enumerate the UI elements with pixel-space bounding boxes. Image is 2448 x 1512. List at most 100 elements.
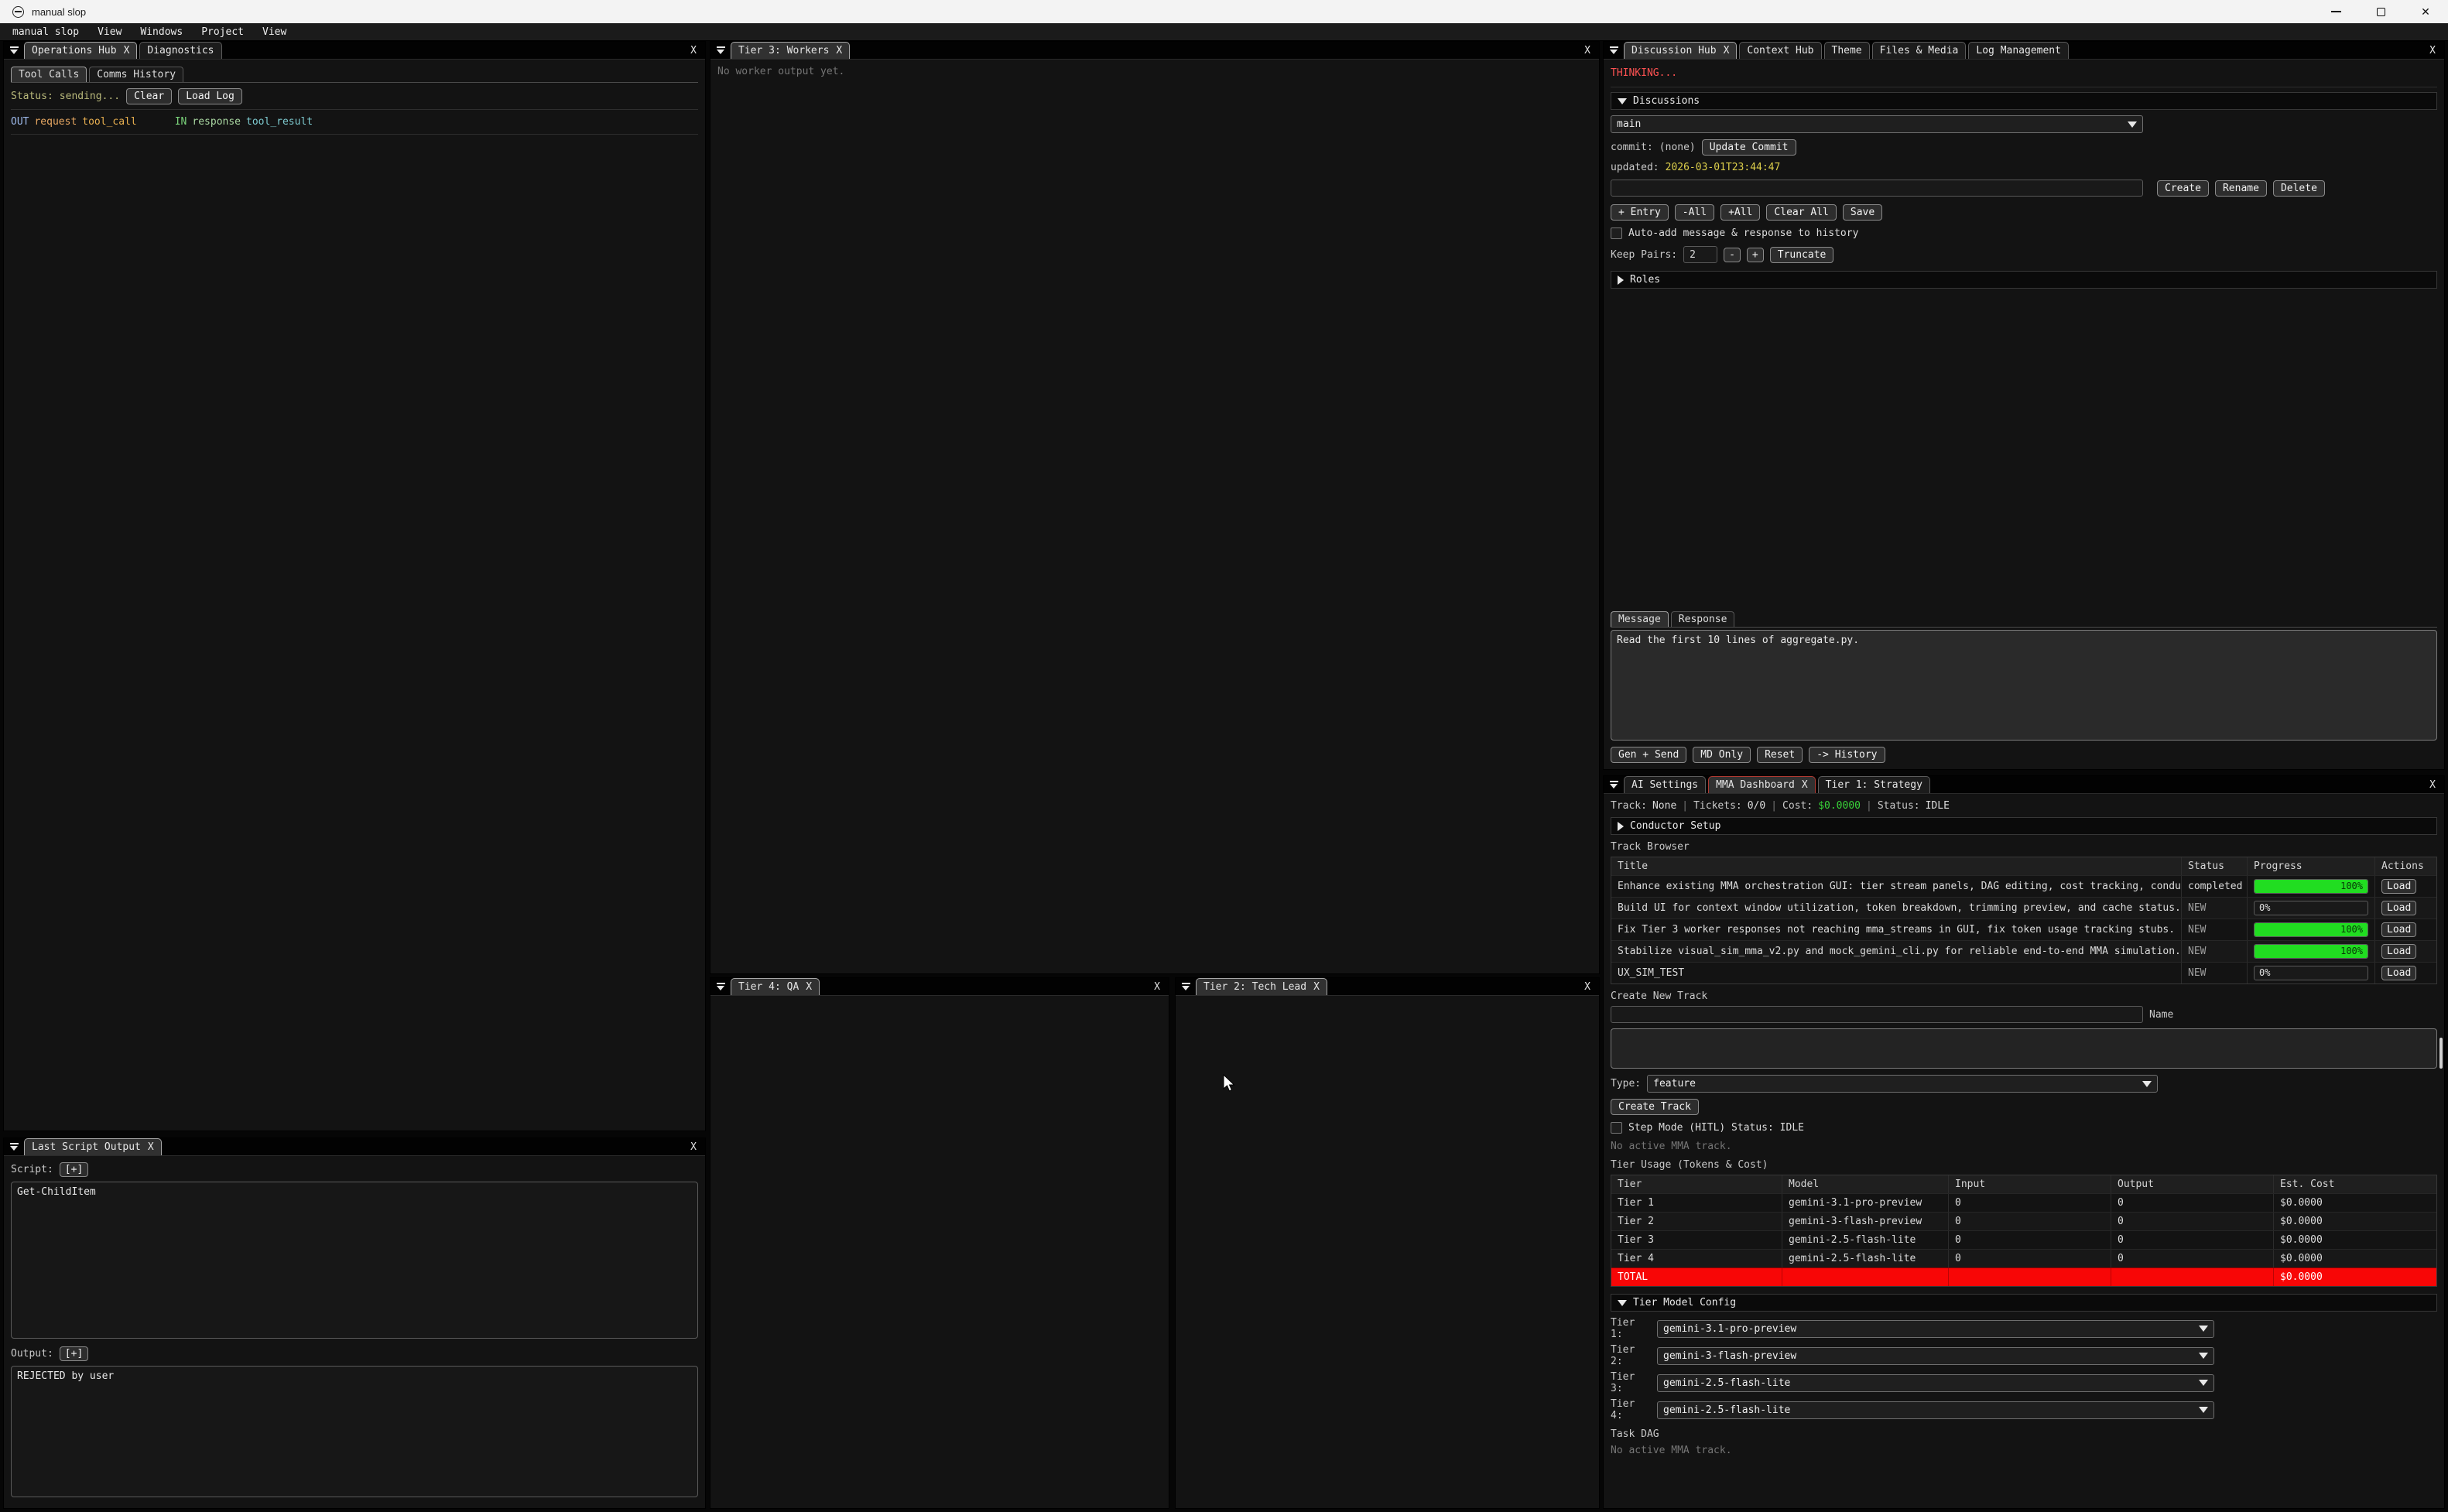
menu-manual-slop[interactable]: manual slop <box>5 25 87 39</box>
script-textarea[interactable]: Get-ChildItem <box>11 1182 698 1339</box>
keep-pairs-input[interactable]: 2 <box>1683 246 1717 263</box>
tier3-model-select[interactable]: gemini-2.5-flash-lite <box>1657 1374 2214 1392</box>
md-only-button[interactable]: MD Only <box>1693 747 1751 763</box>
panel-close-icon[interactable]: X <box>2421 779 2444 791</box>
maximize-button[interactable] <box>2358 0 2403 23</box>
subtab-tool-calls[interactable]: Tool Calls <box>11 67 87 82</box>
panel-close-icon[interactable]: X <box>682 1141 705 1153</box>
discussion-select[interactable]: main <box>1611 115 2143 133</box>
step-mode-checkbox[interactable] <box>1611 1122 1622 1134</box>
tab-mma-dashboard[interactable]: MMA DashboardX <box>1708 776 1816 793</box>
load-button[interactable]: Load <box>2381 901 2416 915</box>
window-menu-icon[interactable] <box>4 46 24 54</box>
window-menu-icon[interactable] <box>1604 781 1624 788</box>
usage-input: 0 <box>1948 1213 2111 1230</box>
add-entry-button[interactable]: + Entry <box>1611 204 1669 221</box>
legend-tool-result: tool_result <box>246 116 313 128</box>
progress-bar: 100% <box>2254 944 2368 959</box>
save-button[interactable]: Save <box>1843 204 1882 221</box>
roles-collapser[interactable]: Roles <box>1611 271 2437 289</box>
tab-files-media[interactable]: Files & Media <box>1872 42 1967 59</box>
script-expand-button[interactable]: [+] <box>60 1162 88 1177</box>
panel-close-icon[interactable]: X <box>1576 45 1599 56</box>
type-select[interactable]: feature <box>1647 1075 2158 1093</box>
tab-close-icon[interactable]: X <box>148 1141 154 1153</box>
gen-send-button[interactable]: Gen + Send <box>1611 747 1686 763</box>
tab-tier2-tech-lead[interactable]: Tier 2: Tech LeadX <box>1196 978 1327 995</box>
load-log-button[interactable]: Load Log <box>178 88 242 104</box>
tab-close-icon[interactable]: X <box>124 45 130 56</box>
output-expand-button[interactable]: [+] <box>60 1346 88 1361</box>
menu-windows[interactable]: Windows <box>132 25 190 39</box>
tab-tier3-workers[interactable]: Tier 3: WorkersX <box>731 42 850 59</box>
tier4-model-select[interactable]: gemini-2.5-flash-lite <box>1657 1401 2214 1419</box>
plus-all-button[interactable]: +All <box>1720 204 1760 221</box>
tab-label: Theme <box>1832 45 1862 56</box>
window-menu-icon[interactable] <box>4 1143 24 1151</box>
create-track-button[interactable]: Create Track <box>1611 1099 1699 1115</box>
close-button[interactable]: ✕ <box>2403 0 2448 23</box>
usage-input: 0 <box>1948 1231 2111 1249</box>
load-button[interactable]: Load <box>2381 879 2416 894</box>
tab-operations-hub[interactable]: Operations HubX <box>24 42 137 59</box>
minimize-button[interactable] <box>2313 0 2358 23</box>
clear-button[interactable]: Clear <box>126 88 172 104</box>
load-button[interactable]: Load <box>2381 944 2416 959</box>
load-button[interactable]: Load <box>2381 922 2416 937</box>
to-history-button[interactable]: -> History <box>1809 747 1885 763</box>
tab-close-icon[interactable]: X <box>1802 779 1808 791</box>
subtab-comms-history[interactable]: Comms History <box>89 67 183 82</box>
window-menu-icon[interactable] <box>1604 46 1624 54</box>
rename-button[interactable]: Rename <box>2215 180 2267 197</box>
minus-all-button[interactable]: -All <box>1675 204 1714 221</box>
tab-context-hub[interactable]: Context Hub <box>1739 42 1821 59</box>
clear-all-button[interactable]: Clear All <box>1766 204 1836 221</box>
track-name-input[interactable] <box>1611 1006 2143 1023</box>
tab-log-management[interactable]: Log Management <box>1968 42 2069 59</box>
delete-button[interactable]: Delete <box>2273 180 2325 197</box>
panel-close-icon[interactable]: X <box>2421 45 2444 56</box>
menu-view-2[interactable]: View <box>255 25 294 39</box>
autoadd-checkbox[interactable] <box>1611 227 1622 239</box>
tab-close-icon[interactable]: X <box>1724 45 1730 56</box>
create-button[interactable]: Create <box>2157 180 2209 197</box>
subtab-response[interactable]: Response <box>1671 611 1735 627</box>
tab-close-icon[interactable]: X <box>1313 981 1320 993</box>
load-button[interactable]: Load <box>2381 966 2416 980</box>
tab-diagnostics[interactable]: Diagnostics <box>139 42 221 59</box>
message-textarea[interactable]: Read the first 10 lines of aggregate.py. <box>1611 630 2437 741</box>
keep-pairs-plus-button[interactable]: + <box>1747 248 1764 262</box>
tab-tier1-strategy[interactable]: Tier 1: Strategy <box>1818 776 1930 793</box>
reset-button[interactable]: Reset <box>1757 747 1803 763</box>
keep-pairs-minus-button[interactable]: - <box>1724 248 1741 262</box>
menu-project[interactable]: Project <box>193 25 252 39</box>
panel-close-icon[interactable]: X <box>682 45 705 56</box>
window-menu-icon[interactable] <box>1176 983 1196 990</box>
update-commit-button[interactable]: Update Commit <box>1702 139 1796 156</box>
subtab-message[interactable]: Message <box>1611 611 1669 627</box>
truncate-button[interactable]: Truncate <box>1770 247 1834 263</box>
tab-theme[interactable]: Theme <box>1824 42 1870 59</box>
tab-close-icon[interactable]: X <box>806 981 812 993</box>
discussion-name-input[interactable] <box>1611 180 2143 197</box>
col-output: Output <box>2111 1175 2273 1193</box>
tier1-model-select[interactable]: gemini-3.1-pro-preview <box>1657 1320 2214 1338</box>
panel-close-icon[interactable]: X <box>1145 981 1169 993</box>
scrollbar-thumb[interactable] <box>2439 1038 2443 1069</box>
tab-label: AI Settings <box>1631 779 1698 791</box>
tab-close-icon[interactable]: X <box>836 45 842 56</box>
tab-last-script-output[interactable]: Last Script OutputX <box>24 1138 162 1155</box>
panel-close-icon[interactable]: X <box>1576 981 1599 993</box>
discussions-collapser[interactable]: Discussions <box>1611 92 2437 110</box>
tab-ai-settings[interactable]: AI Settings <box>1624 776 1706 793</box>
tab-discussion-hub[interactable]: Discussion HubX <box>1624 42 1737 59</box>
window-menu-icon[interactable] <box>710 46 731 54</box>
tab-tier4-qa[interactable]: Tier 4: QAX <box>731 978 820 995</box>
menu-view[interactable]: View <box>90 25 129 39</box>
conductor-setup-collapser[interactable]: Conductor Setup <box>1611 817 2437 835</box>
window-menu-icon[interactable] <box>710 983 731 990</box>
track-description-textarea[interactable] <box>1611 1028 2437 1069</box>
tier2-model-select[interactable]: gemini-3-flash-preview <box>1657 1347 2214 1365</box>
output-textarea[interactable]: REJECTED by user <box>11 1366 698 1497</box>
tier-model-config-collapser[interactable]: Tier Model Config <box>1611 1294 2437 1312</box>
